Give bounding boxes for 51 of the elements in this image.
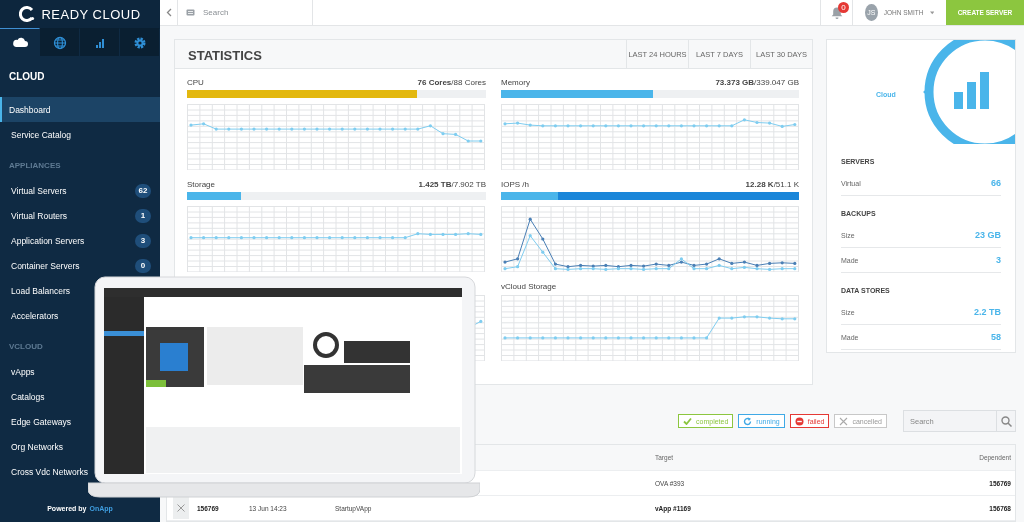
- notification-badge: 0: [838, 2, 849, 13]
- sidebar-item[interactable]: Virtual Servers: [11, 185, 67, 196]
- sidebar-item[interactable]: Edge Gateways: [11, 416, 71, 427]
- close-icon: [839, 416, 849, 426]
- sidebar-item[interactable]: Application Servers: [11, 235, 85, 246]
- stat-value: 66: [991, 178, 1001, 188]
- sidebar-item[interactable]: Accelerators: [11, 310, 59, 321]
- globe-icon: [51, 34, 68, 51]
- sidebar-item[interactable]: Load Balancers: [11, 285, 71, 296]
- metric-reading: 12.28 K/51.1 K: [745, 179, 799, 189]
- logo-icon: [19, 6, 36, 22]
- metric-label: vCloud Storage: [501, 281, 557, 291]
- sidebar-heading: CLOUD: [8, 70, 46, 84]
- sidebar-item[interactable]: Cross Vdc Networks: [11, 466, 88, 477]
- metric-label: Storage: [187, 179, 216, 189]
- stat-value: 58: [991, 332, 1001, 342]
- keyboard-icon: [186, 9, 195, 16]
- logo-text: READY CLOUD: [41, 6, 141, 22]
- stat-value: 23 GB: [975, 230, 1001, 240]
- sidebar-item[interactable]: Virtual Routers: [11, 210, 68, 221]
- refresh-icon: [743, 416, 753, 426]
- notifications-button[interactable]: 0: [820, 0, 852, 25]
- sidebar-item[interactable]: vApps: [11, 366, 35, 377]
- metric-label: CPU: [187, 77, 204, 87]
- search-icon: [1000, 415, 1012, 427]
- close-icon: [177, 504, 185, 512]
- check-icon: [683, 417, 693, 425]
- card-title: STATISTICS: [187, 47, 262, 65]
- chevron-left-icon: [165, 8, 172, 17]
- search-field[interactable]: Search: [203, 5, 303, 20]
- sidebar-item[interactable]: Container Servers: [11, 260, 80, 271]
- section-title: APPLIANCES: [8, 160, 62, 172]
- sidebar-item[interactable]: Dashboard: [0, 97, 160, 122]
- sidebar-item[interactable]: Service Catalog: [11, 129, 71, 140]
- minus-circle-icon: [794, 416, 804, 426]
- metric-reading: 76 Cores/88 Cores: [417, 77, 486, 87]
- metric-reading: 73.373 GB/339.047 GB: [715, 77, 799, 87]
- count-badge: 62: [135, 183, 151, 198]
- caret-icon: [929, 10, 934, 15]
- count-badge: 1: [135, 208, 151, 223]
- section-title: VCLOUD: [8, 341, 44, 353]
- stat-value: 3: [996, 255, 1001, 265]
- search-button[interactable]: [996, 410, 1016, 432]
- stat-value: 2.2 TB: [974, 307, 1001, 317]
- count-badge: 3: [135, 233, 151, 248]
- metric-label: IOPS /h: [501, 179, 529, 189]
- sidebar-item[interactable]: Org Networks: [11, 441, 63, 452]
- metric-reading: 1.425 TB/7.902 TB: [418, 179, 486, 189]
- count-badge: 0: [135, 258, 151, 273]
- sidebar-item[interactable]: Catalogs: [11, 391, 45, 402]
- metric-label: Memory: [501, 77, 530, 87]
